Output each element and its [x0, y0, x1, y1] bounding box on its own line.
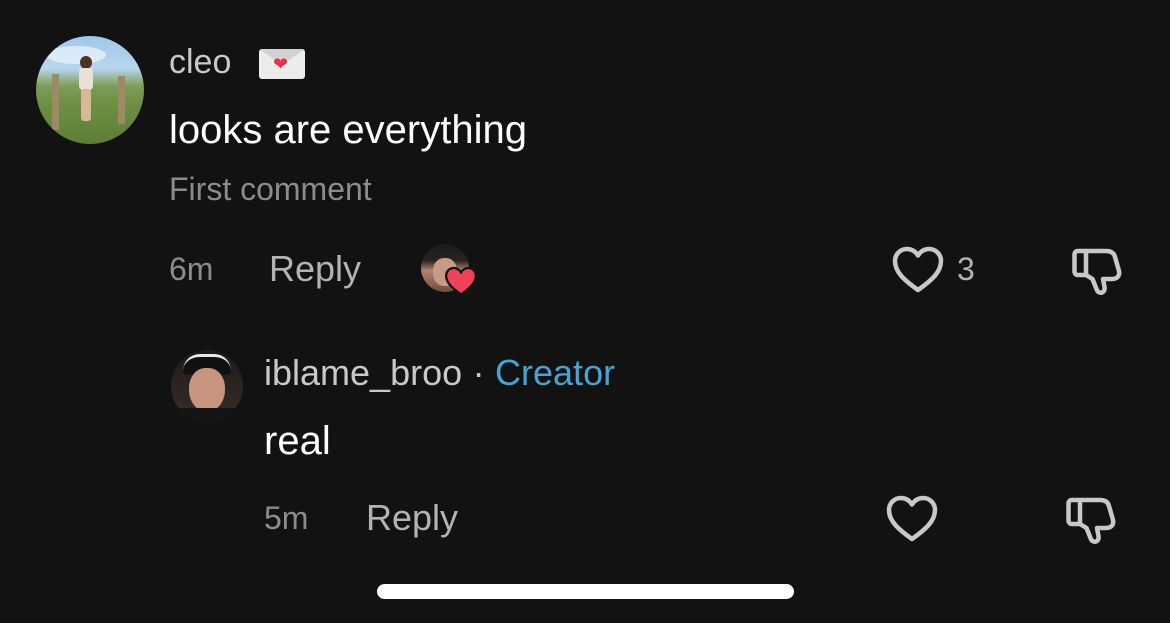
reply-button[interactable]: Reply — [269, 251, 361, 287]
dislike-thumbs-down-icon[interactable] — [1070, 245, 1126, 297]
reply-button[interactable]: Reply — [366, 500, 458, 536]
dislike-thumbs-down-icon[interactable] — [1064, 494, 1120, 546]
first-comment-label: First comment — [169, 171, 372, 207]
comment-text: looks are everything — [169, 108, 527, 152]
commenter-avatar[interactable] — [36, 36, 144, 144]
creator-liked-heart-icon — [444, 266, 478, 296]
comment-timestamp: 6m — [169, 251, 214, 287]
comment-username[interactable]: cleo — [169, 45, 231, 79]
reply-username[interactable]: iblame_broo — [264, 352, 462, 393]
creator-badge: Creator — [495, 352, 616, 393]
home-indicator[interactable] — [377, 584, 794, 599]
reply-text: real — [264, 419, 331, 463]
avatar-photo-post — [52, 74, 59, 130]
creator-avatar[interactable] — [171, 350, 243, 422]
avatar-photo-person — [76, 56, 96, 122]
like-heart-icon[interactable] — [891, 245, 945, 295]
like-heart-icon[interactable] — [885, 494, 939, 544]
reply-header: iblame_broo · Creator — [264, 355, 615, 391]
love-letter-icon: ❤ — [259, 49, 305, 79]
separator-dot: · — [472, 352, 485, 393]
like-count: 3 — [957, 251, 975, 287]
avatar-photo-post — [118, 76, 125, 124]
reply-timestamp: 5m — [264, 500, 309, 536]
